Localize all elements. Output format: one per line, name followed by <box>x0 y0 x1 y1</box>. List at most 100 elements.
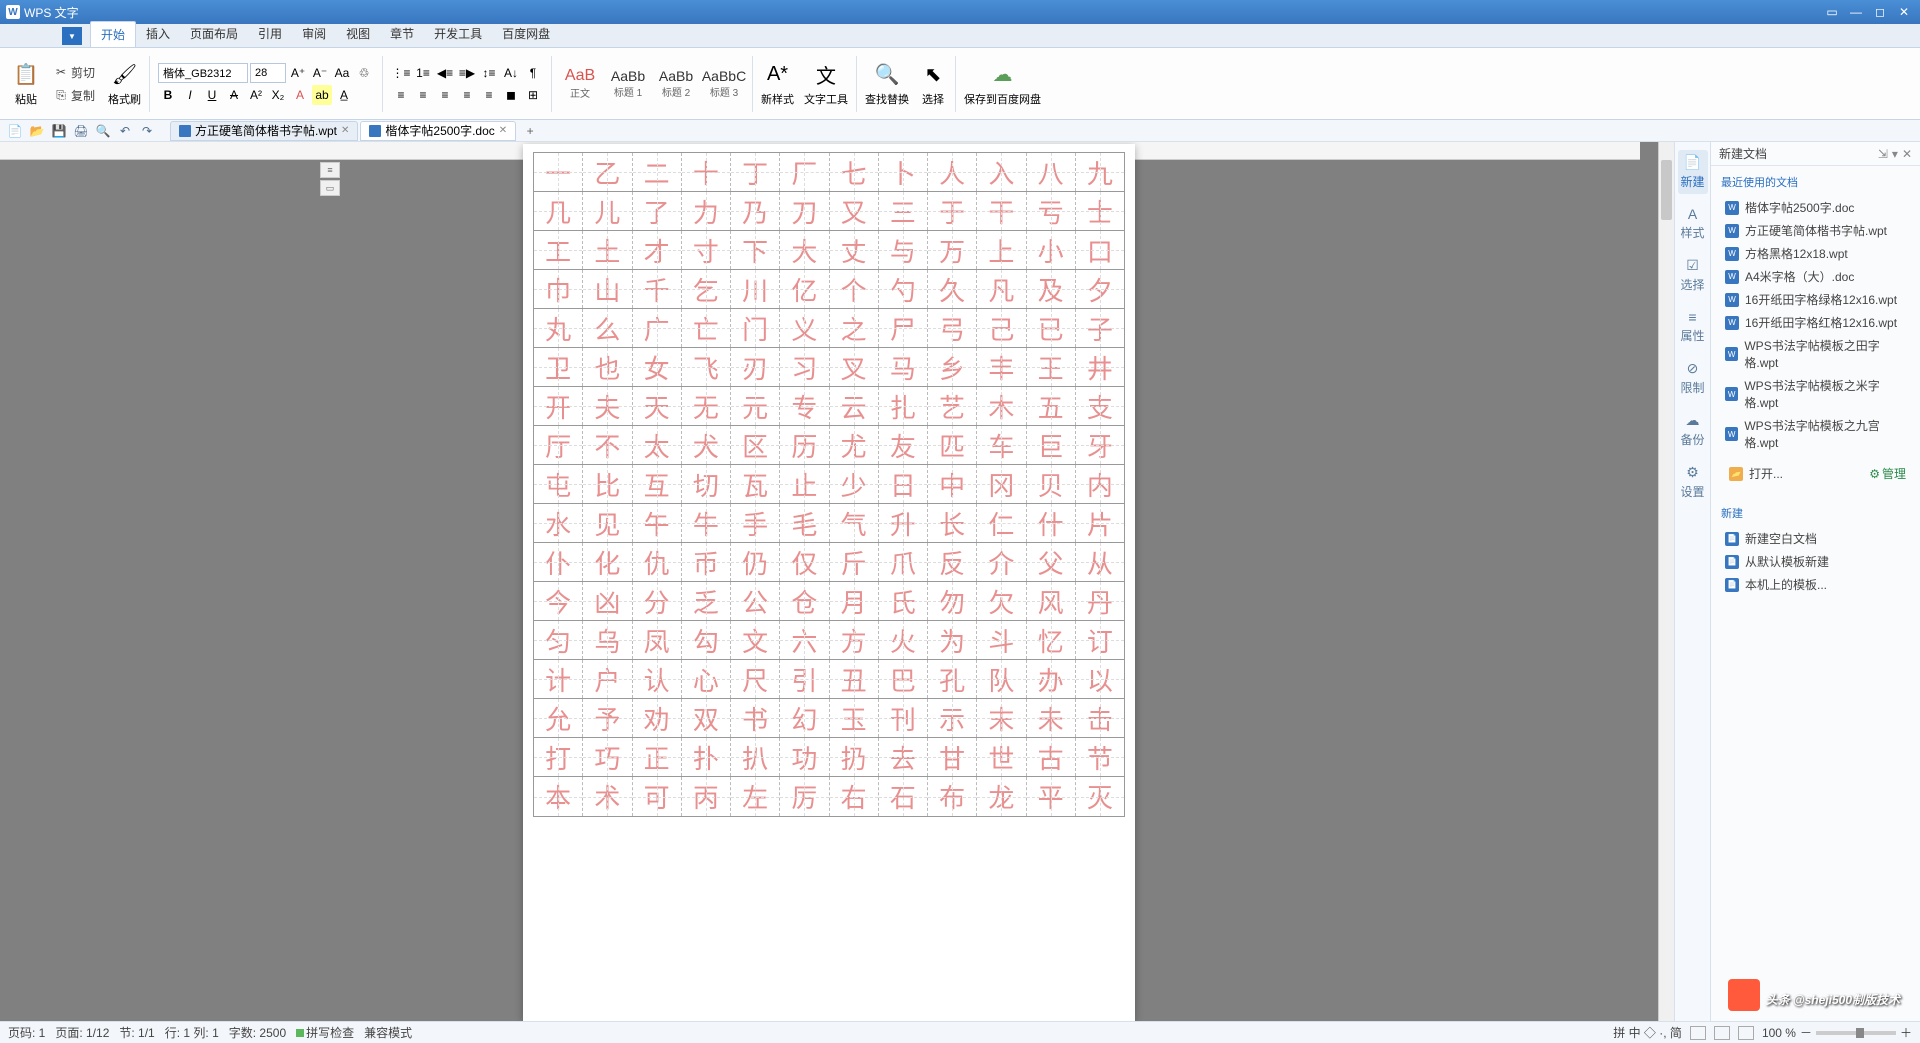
change-case-icon[interactable]: Aa <box>332 63 352 83</box>
view-web-icon[interactable] <box>1738 1026 1754 1040</box>
new-template-item[interactable]: 📄从默认模板新建 <box>1721 550 1910 573</box>
style-1[interactable]: AaBb标题 1 <box>604 61 652 107</box>
open-icon[interactable]: 📂 <box>28 122 46 140</box>
bullets-button[interactable]: ⋮≡ <box>391 63 411 83</box>
doc-tab-0[interactable]: 方正硬笔简体楷书字帖.wpt✕ <box>170 121 358 141</box>
recent-file-item[interactable]: WWPS书法字帖模板之九宫格.wpt <box>1721 414 1910 454</box>
sidetab-限制[interactable]: ⊘限制 <box>1678 356 1708 400</box>
ribbon-toggle-icon[interactable]: ▭ <box>1822 5 1842 19</box>
status-page[interactable]: 页码: 1 <box>8 1024 45 1041</box>
font-size-select[interactable]: 28 <box>250 63 286 83</box>
menu-tab-2[interactable]: 页面布局 <box>180 21 248 47</box>
bold-button[interactable]: B <box>158 85 178 105</box>
menu-tab-8[interactable]: 百度网盘 <box>492 21 560 47</box>
status-pages[interactable]: 页面: 1/12 <box>55 1024 109 1041</box>
close-tab-icon[interactable]: ✕ <box>499 125 507 136</box>
status-compat[interactable]: 兼容模式 <box>364 1024 412 1041</box>
status-ime[interactable]: 拼 中 ◇ ·, 简 <box>1613 1024 1682 1041</box>
recent-file-item[interactable]: WWPS书法字帖模板之田字格.wpt <box>1721 334 1910 374</box>
page[interactable]: 一乙二十丁厂七卜人入八九几儿了力乃刀又三于干亏士工土才寸下大丈与万上小口巾山千乞… <box>523 144 1135 1021</box>
status-spell[interactable]: 拼写检查 <box>296 1024 354 1041</box>
recent-file-item[interactable]: W16开纸田字格绿格12x16.wpt <box>1721 288 1910 311</box>
view-outline-icon[interactable] <box>1714 1026 1730 1040</box>
show-marks-button[interactable]: ¶ <box>523 63 543 83</box>
find-replace-icon[interactable]: 🔍 <box>873 61 901 89</box>
open-file-button[interactable]: 📂打开... <box>1725 462 1787 485</box>
copy-button[interactable]: ⎘复制 <box>50 85 98 106</box>
close-icon[interactable]: ✕ <box>1894 5 1914 19</box>
recent-file-item[interactable]: WWPS书法字帖模板之米字格.wpt <box>1721 374 1910 414</box>
paste-icon[interactable]: 📋 <box>12 61 40 89</box>
cut-button[interactable]: ✂剪切 <box>50 62 98 83</box>
print-icon[interactable]: 🖨 <box>72 122 90 140</box>
recent-file-item[interactable]: W楷体字帖2500字.doc <box>1721 196 1910 219</box>
menu-tab-4[interactable]: 审阅 <box>292 21 336 47</box>
menu-tab-5[interactable]: 视图 <box>336 21 380 47</box>
status-section[interactable]: 节: 1/1 <box>119 1024 154 1041</box>
file-menu-dropdown[interactable]: ▼ <box>62 27 82 45</box>
char-border-button[interactable]: A̲ <box>334 85 354 105</box>
align-center-button[interactable]: ≡ <box>413 85 433 105</box>
decrease-indent-button[interactable]: ◀≡ <box>435 63 455 83</box>
sort-button[interactable]: A↓ <box>501 63 521 83</box>
menu-tab-7[interactable]: 开发工具 <box>424 21 492 47</box>
align-right-button[interactable]: ≡ <box>435 85 455 105</box>
nav-page-icon[interactable]: ▭ <box>320 180 340 196</box>
zoom-out-icon[interactable]: － <box>1800 1024 1812 1041</box>
recent-file-item[interactable]: W16开纸田字格红格12x16.wpt <box>1721 311 1910 334</box>
recent-file-item[interactable]: W方格黑格12x18.wpt <box>1721 242 1910 265</box>
close-tab-icon[interactable]: ✕ <box>341 125 349 136</box>
italic-button[interactable]: I <box>180 85 200 105</box>
clear-format-icon[interactable]: ♲ <box>354 63 374 83</box>
sidetab-属性[interactable]: ≡属性 <box>1678 305 1708 348</box>
format-painter-icon[interactable]: 🖌 <box>111 61 139 89</box>
style-3[interactable]: AaBbC标题 3 <box>700 61 748 107</box>
recent-file-item[interactable]: W方正硬笔简体楷书字帖.wpt <box>1721 219 1910 242</box>
new-template-item[interactable]: 📄本机上的模板... <box>1721 573 1910 596</box>
align-left-button[interactable]: ≡ <box>391 85 411 105</box>
sidetab-选择[interactable]: ☑选择 <box>1678 253 1708 297</box>
new-doc-icon[interactable]: 📄 <box>6 122 24 140</box>
numbering-button[interactable]: 1≡ <box>413 63 433 83</box>
vertical-scrollbar[interactable] <box>1658 142 1674 1021</box>
subscript-button[interactable]: X₂ <box>268 85 288 105</box>
panel-dropdown-icon[interactable]: ▾ <box>1892 147 1898 161</box>
preview-icon[interactable]: 🔍 <box>94 122 112 140</box>
undo-icon[interactable]: ↶ <box>116 122 134 140</box>
save-icon[interactable]: 💾 <box>50 122 68 140</box>
text-tool-icon[interactable]: 文 <box>812 61 840 89</box>
shading-button[interactable]: ◼ <box>501 85 521 105</box>
line-spacing-button[interactable]: ↕≡ <box>479 63 499 83</box>
font-name-select[interactable]: 楷体_GB2312 <box>158 63 248 83</box>
view-print-icon[interactable] <box>1690 1026 1706 1040</box>
menu-tab-1[interactable]: 插入 <box>136 21 180 47</box>
justify-button[interactable]: ≡ <box>457 85 477 105</box>
borders-button[interactable]: ⊞ <box>523 85 543 105</box>
highlight-button[interactable]: ab <box>312 85 332 105</box>
manage-button[interactable]: ⚙管理 <box>1869 465 1906 482</box>
font-color-button[interactable]: A <box>290 85 310 105</box>
superscript-button[interactable]: A² <box>246 85 266 105</box>
sidetab-新建[interactable]: 📄新建 <box>1678 150 1708 194</box>
style-0[interactable]: AaB正文 <box>556 61 604 107</box>
distribute-button[interactable]: ≡ <box>479 85 499 105</box>
new-template-item[interactable]: 📄新建空白文档 <box>1721 527 1910 550</box>
add-tab-button[interactable]: + <box>520 121 540 141</box>
select-icon[interactable]: ⬉ <box>919 61 947 89</box>
new-style-icon[interactable]: A* <box>764 61 792 89</box>
sidetab-样式[interactable]: A样式 <box>1678 202 1708 245</box>
recent-file-item[interactable]: WA4米字格（大）.doc <box>1721 265 1910 288</box>
panel-pin-icon[interactable]: ⇲ <box>1878 147 1888 161</box>
decrease-font-icon[interactable]: A⁻ <box>310 63 330 83</box>
zoom-control[interactable]: 100 % － ＋ <box>1762 1024 1912 1041</box>
status-line[interactable]: 行: 1 列: 1 <box>165 1024 219 1041</box>
menu-tab-3[interactable]: 引用 <box>248 21 292 47</box>
minimize-icon[interactable]: ― <box>1846 5 1866 19</box>
cloud-save-icon[interactable]: ☁ <box>989 61 1017 89</box>
menu-tab-0[interactable]: 开始 <box>90 21 136 47</box>
increase-indent-button[interactable]: ≡▶ <box>457 63 477 83</box>
increase-font-icon[interactable]: A⁺ <box>288 63 308 83</box>
zoom-in-icon[interactable]: ＋ <box>1900 1024 1912 1041</box>
style-2[interactable]: AaBb标题 2 <box>652 61 700 107</box>
zoom-slider[interactable] <box>1816 1031 1896 1035</box>
